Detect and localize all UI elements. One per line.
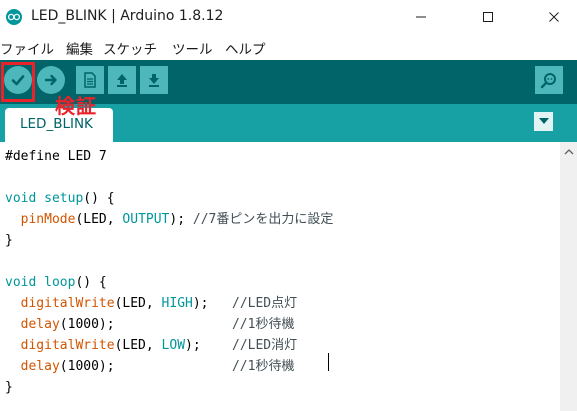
code-line[interactable]: digitalWrite(LED, HIGH); //LED点灯 (5, 293, 297, 314)
code-token: HIGH (161, 296, 193, 311)
code-line[interactable]: pinMode(LED, OUTPUT); //7番ピンを出力に設定 (5, 209, 334, 230)
code-token: digitalWrite (20, 296, 115, 311)
code-token: //7番ピンを出力に設定 (192, 212, 334, 227)
code-token: setup (44, 191, 84, 206)
code-token: ); (185, 338, 232, 353)
magnifier-icon (540, 73, 556, 89)
code-line[interactable]: digitalWrite(LED, LOW); //LED消灯 (5, 335, 297, 356)
code-token: (LED, (114, 338, 162, 353)
verify-annotation: 検証 (55, 94, 97, 118)
vertical-scrollbar[interactable] (560, 142, 577, 411)
tab-menu-button[interactable] (534, 112, 553, 131)
code-line[interactable]: delay(1000); //1秒待機 (5, 314, 295, 335)
code-line[interactable]: #define LED 7 (5, 146, 107, 167)
code-token: digitalWrite (20, 338, 115, 353)
maximize-button[interactable] (465, 0, 511, 34)
code-token: } (5, 233, 13, 248)
code-token: ); (169, 212, 193, 227)
code-token: ); (192, 296, 232, 311)
menu-bar: ファイル 編集 スケッチ ツール ヘルプ (0, 36, 577, 58)
code-token: () { (83, 191, 115, 206)
menu-help[interactable]: ヘルプ (225, 38, 266, 58)
code-token: delay (20, 317, 60, 332)
code-token: } (5, 380, 13, 395)
code-token: pinMode (20, 212, 76, 227)
code-token: //LED消灯 (232, 338, 298, 353)
code-token: void (5, 275, 37, 290)
code-token: //1秒待機 (231, 359, 295, 374)
code-line[interactable]: void loop() { (5, 272, 107, 293)
arrow-right-icon (44, 74, 57, 86)
chevron-down-icon (538, 118, 549, 124)
maximize-icon (483, 12, 493, 22)
code-line[interactable]: } (5, 377, 13, 398)
arduino-logo-icon (6, 9, 22, 25)
serial-monitor-button[interactable] (535, 66, 563, 94)
code-line[interactable]: void setup() { (5, 188, 115, 209)
close-icon (549, 12, 559, 22)
arrow-down-icon (149, 74, 159, 87)
code-token: () { (75, 275, 107, 290)
window-title: LED_BLINK | Arduino 1.8.12 (31, 8, 224, 24)
code-token: loop (44, 275, 76, 290)
code-token: #define LED 7 (5, 149, 107, 164)
arrow-up-icon (117, 74, 127, 87)
new-file-icon (84, 72, 96, 88)
code-token: //LED点灯 (232, 296, 298, 311)
close-button[interactable] (531, 0, 577, 34)
code-token: LOW (161, 338, 186, 353)
code-editor[interactable]: #define LED 7 void setup() { pinMode(LED,… (0, 142, 560, 411)
code-token: (LED, (114, 296, 162, 311)
code-line[interactable]: } (5, 230, 13, 251)
menu-edit[interactable]: 編集 (66, 38, 93, 58)
save-button[interactable] (140, 66, 168, 94)
code-token: (1000); (59, 317, 232, 332)
code-token: void (5, 191, 37, 206)
code-line[interactable]: delay(1000); //1秒待機 (5, 356, 295, 377)
menu-tools[interactable]: ツール (172, 38, 213, 58)
menu-sketch[interactable]: スケッチ (103, 38, 157, 58)
minimize-button[interactable] (398, 0, 444, 34)
chevron-up-icon (564, 149, 573, 155)
open-button[interactable] (108, 66, 136, 94)
scroll-up-button[interactable] (560, 145, 577, 159)
minimize-icon (416, 16, 426, 18)
code-token: delay (20, 359, 60, 374)
code-token: (LED, (75, 212, 123, 227)
code-token: OUTPUT (122, 212, 170, 227)
text-caret (328, 353, 329, 371)
menu-file[interactable]: ファイル (0, 38, 54, 58)
verify-highlight-box (1, 62, 35, 102)
code-token: //1秒待機 (231, 317, 295, 332)
code-token: (1000); (59, 359, 232, 374)
